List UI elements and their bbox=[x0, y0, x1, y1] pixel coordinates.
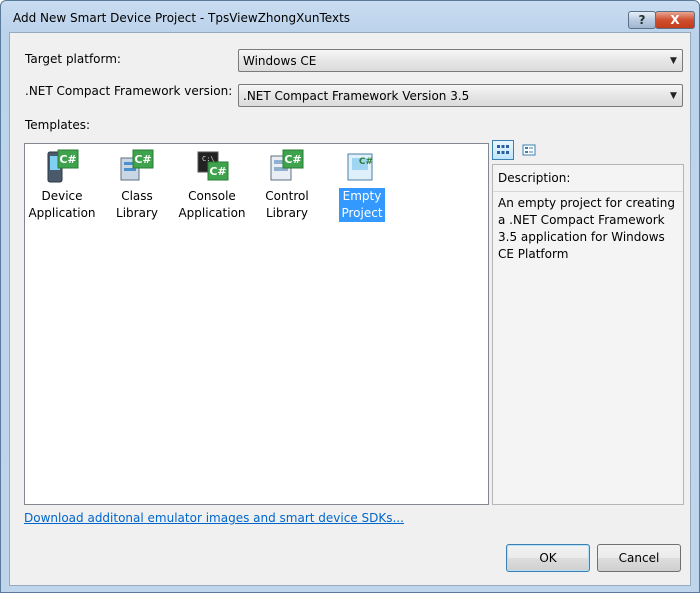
svg-text:C#: C# bbox=[59, 153, 76, 166]
chevron-down-icon: ▼ bbox=[670, 55, 677, 66]
template-label-line2: Project bbox=[341, 206, 383, 220]
large-icons-view-button[interactable] bbox=[492, 140, 514, 160]
window-title: Add New Smart Device Project - TpsViewZh… bbox=[13, 11, 351, 25]
description-panel: Description: An empty project for creati… bbox=[492, 164, 684, 505]
template-label-line2: Library bbox=[116, 206, 158, 220]
target-platform-value: Windows CE bbox=[243, 53, 317, 68]
framework-version-select[interactable]: .NET Compact Framework Version 3.5 ▼ bbox=[238, 84, 683, 107]
template-label-line2: Library bbox=[266, 206, 308, 220]
ok-button[interactable]: OK bbox=[506, 544, 590, 572]
small-icons-view-button[interactable] bbox=[518, 140, 540, 160]
template-console-application[interactable]: C:\ C# Console Application bbox=[175, 148, 249, 222]
svg-text:C#: C# bbox=[209, 165, 226, 178]
template-label-line1: Class bbox=[121, 189, 153, 203]
template-class-library[interactable]: C# Class Library bbox=[100, 148, 174, 222]
description-title: Description: bbox=[498, 171, 571, 185]
empty-project-icon: C# bbox=[347, 153, 373, 181]
large-icons-view-icon bbox=[497, 145, 509, 154]
cancel-button[interactable]: Cancel bbox=[597, 544, 681, 572]
description-divider bbox=[493, 191, 683, 192]
small-icons-view-icon bbox=[522, 144, 536, 156]
svg-text:C#: C# bbox=[359, 157, 373, 167]
template-empty-project[interactable]: C# Empty Project bbox=[325, 148, 399, 222]
class-library-icon: C# bbox=[120, 149, 154, 181]
template-label-line1: Empty bbox=[342, 189, 382, 203]
templates-list[interactable]: C# Device Application C# Class Library C:\ bbox=[24, 143, 489, 505]
target-platform-select[interactable]: Windows CE ▼ bbox=[238, 49, 683, 72]
dialog-body: Target platform: Windows CE ▼ .NET Compa… bbox=[9, 32, 691, 586]
close-button[interactable]: X bbox=[655, 11, 695, 29]
help-button[interactable]: ? bbox=[628, 11, 656, 29]
template-label-line1: Console bbox=[188, 189, 236, 203]
template-label-line1: Control bbox=[265, 189, 309, 203]
svg-text:C#: C# bbox=[284, 153, 301, 166]
framework-version-value: .NET Compact Framework Version 3.5 bbox=[243, 88, 470, 103]
download-sdks-link[interactable]: Download additonal emulator images and s… bbox=[24, 511, 404, 525]
framework-version-label: .NET Compact Framework version: bbox=[25, 84, 233, 98]
templates-label: Templates: bbox=[25, 118, 91, 132]
control-library-icon: C# bbox=[270, 149, 304, 181]
template-label-line1: Device bbox=[41, 189, 83, 203]
chevron-down-icon: ▼ bbox=[670, 90, 677, 101]
template-label-line2: Application bbox=[28, 206, 96, 220]
svg-text:C#: C# bbox=[134, 153, 151, 166]
template-device-application[interactable]: C# Device Application bbox=[25, 148, 99, 222]
target-platform-label: Target platform: bbox=[25, 52, 121, 66]
template-label-line2: Application bbox=[178, 206, 246, 220]
console-application-icon: C:\ C# bbox=[197, 151, 229, 181]
description-text: An empty project for creating a .NET Com… bbox=[498, 196, 675, 261]
template-control-library[interactable]: C# Control Library bbox=[250, 148, 324, 222]
device-application-icon: C# bbox=[47, 149, 79, 183]
dialog-window: Add New Smart Device Project - TpsViewZh… bbox=[0, 0, 700, 593]
